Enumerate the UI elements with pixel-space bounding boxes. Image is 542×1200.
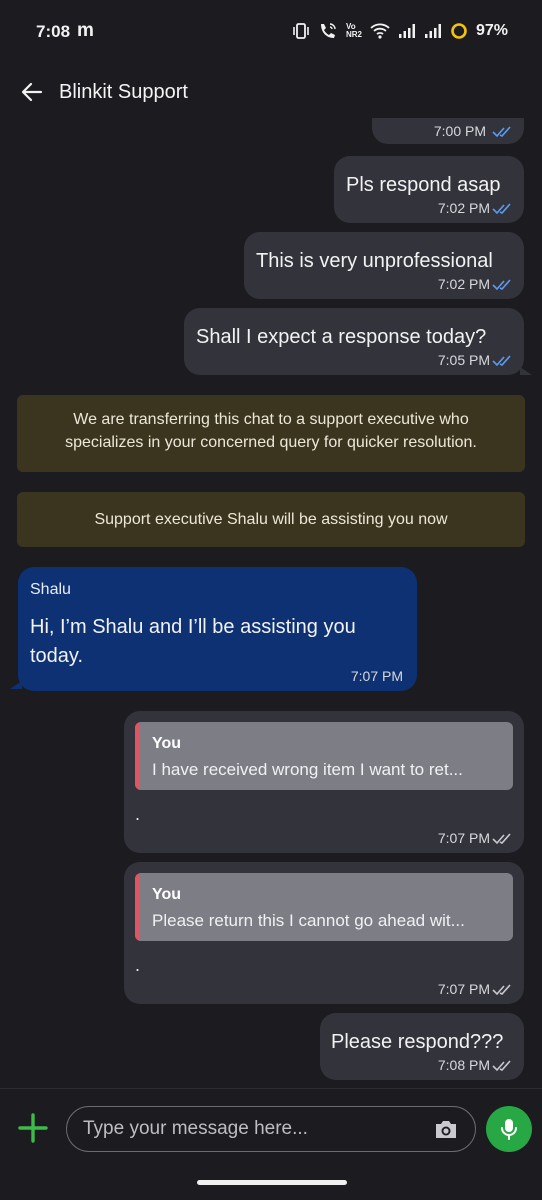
back-arrow-icon[interactable]	[20, 80, 44, 104]
message-bubble-partial[interactable]: 7:00 PM	[372, 118, 524, 144]
read-ticks-icon	[492, 203, 511, 215]
wifi-calling-icon	[320, 23, 336, 38]
message-time: 7:08 PM	[437, 1057, 490, 1073]
message-time: 7:07 PM	[437, 830, 490, 846]
message-text: Please respond???	[331, 1031, 504, 1053]
message-bubble-reply[interactable]: You I have received wrong item I want to…	[124, 711, 524, 853]
system-message: We are transferring this chat to a suppo…	[17, 395, 525, 472]
battery-ring-icon	[451, 23, 467, 39]
read-ticks-icon	[492, 279, 511, 291]
message-text: today.	[30, 645, 83, 667]
system-message-line: specializes in your concerned query for …	[65, 434, 477, 451]
quoted-message[interactable]: You I have received wrong item I want to…	[135, 722, 513, 790]
mic-icon	[501, 1119, 517, 1140]
message-text: .	[135, 804, 141, 824]
message-input[interactable]	[83, 1107, 423, 1150]
quoted-message[interactable]: You Please return this I cannot go ahead…	[135, 873, 513, 941]
wifi-icon	[370, 23, 390, 39]
quote-sender: You	[152, 886, 182, 903]
vibrate-icon	[293, 23, 309, 39]
message-text: .	[135, 955, 141, 975]
message-time: 7:05 PM	[437, 352, 490, 368]
home-indicator[interactable]	[197, 1180, 347, 1185]
message-input-wrapper[interactable]	[66, 1106, 476, 1152]
system-message-text: Support executive Shalu will be assistin…	[94, 511, 448, 528]
system-message: Support executive Shalu will be assistin…	[17, 492, 525, 547]
message-bubble-outgoing[interactable]: Pls respond asap 7:02 PM	[334, 156, 524, 223]
plus-icon[interactable]	[17, 1112, 49, 1144]
carrier-glyph: m	[77, 20, 94, 41]
read-ticks-icon	[492, 355, 511, 367]
delivered-ticks-icon	[492, 1060, 511, 1072]
bubble-tail	[520, 367, 532, 375]
signal-icon-2	[424, 24, 441, 38]
message-text: Hi, I’m Shalu and I’ll be assisting you	[30, 616, 356, 638]
message-time: 7:02 PM	[437, 200, 490, 216]
read-ticks-icon	[492, 126, 511, 138]
message-text: Shall I expect a response today?	[196, 326, 487, 348]
message-time: 7:07 PM	[437, 981, 490, 997]
battery-percent: 97%	[475, 22, 508, 39]
message-bubble-outgoing[interactable]: Shall I expect a response today? 7:05 PM	[184, 308, 524, 375]
message-bubble-incoming[interactable]: Shalu Hi, I’m Shalu and I’ll be assistin…	[18, 567, 417, 691]
message-bubble-reply[interactable]: You Please return this I cannot go ahead…	[124, 862, 524, 1004]
quote-accent-bar	[135, 873, 140, 941]
chat-title: Blinkit Support	[59, 81, 188, 103]
message-bubble-outgoing[interactable]: This is very unprofessional 7:02 PM	[244, 232, 524, 299]
mic-button[interactable]	[486, 1106, 532, 1152]
sender-name: Shalu	[30, 581, 71, 598]
volte-icon: Vo NR2	[345, 22, 362, 39]
bubble-tail	[10, 681, 22, 689]
delivered-ticks-icon	[492, 984, 511, 996]
message-text: Pls respond asap	[346, 174, 501, 196]
quote-accent-bar	[135, 722, 140, 790]
status-time: 7:08	[36, 22, 71, 41]
system-message-line: We are transferring this chat to a suppo…	[73, 411, 469, 428]
message-bubble-outgoing[interactable]: Please respond??? 7:08 PM	[320, 1013, 524, 1080]
message-time: 7:07 PM	[350, 668, 403, 684]
quote-text: Please return this I cannot go ahead wit…	[152, 911, 465, 930]
delivered-ticks-icon	[492, 833, 511, 845]
status-bar: 7:08 m Vo NR2 97%	[0, 0, 542, 62]
chat-screen: 7:08 m Vo NR2 97% Blinkit Support 7:00 P…	[0, 0, 542, 1200]
message-time: 7:02 PM	[437, 276, 490, 292]
quote-text: I have received wrong item I want to ret…	[152, 760, 463, 779]
camera-icon[interactable]	[433, 1117, 459, 1141]
quote-sender: You	[152, 735, 182, 752]
status-icons: Vo NR2 97%	[292, 22, 508, 40]
chat-header: Blinkit Support	[0, 62, 542, 122]
message-time: 7:00 PM	[433, 123, 486, 139]
signal-icon	[398, 24, 415, 38]
message-text: This is very unprofessional	[256, 250, 493, 272]
